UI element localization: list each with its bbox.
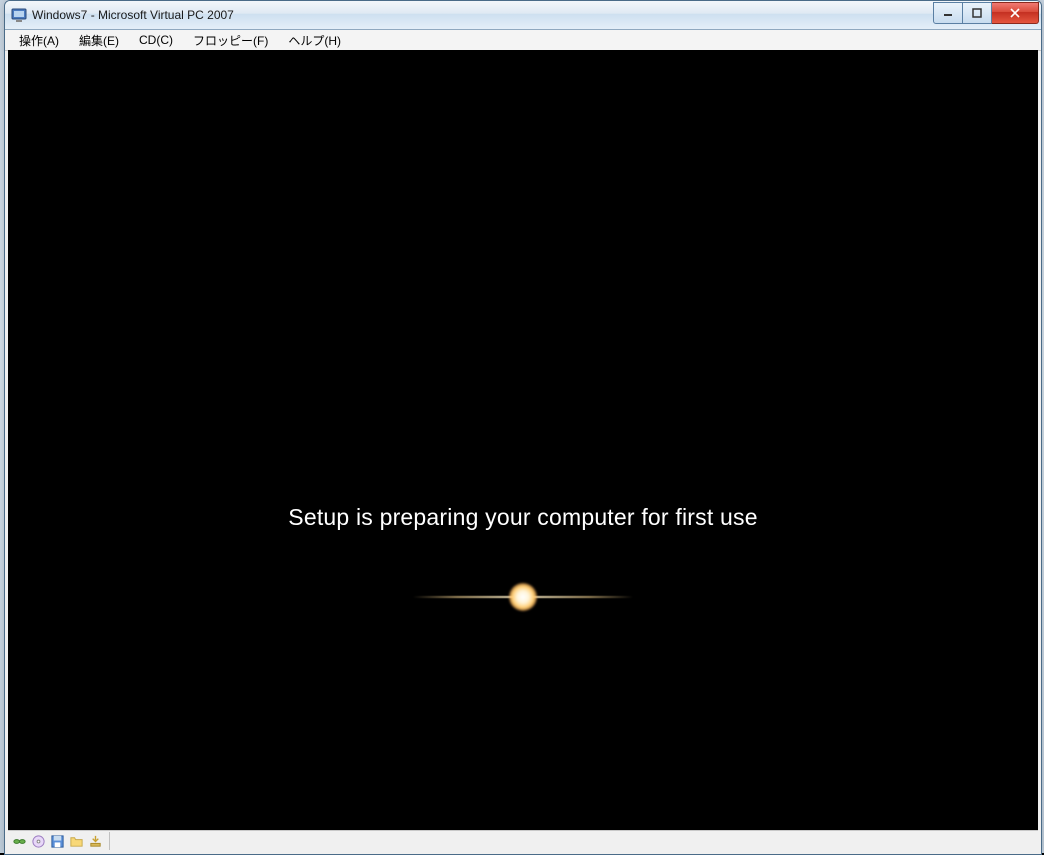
- progress-animation: [413, 577, 633, 617]
- folder-icon[interactable]: [69, 834, 84, 849]
- window-title: Windows7 - Microsoft Virtual PC 2007: [32, 8, 933, 22]
- menu-edit[interactable]: 編集(E): [69, 30, 129, 51]
- maximize-button[interactable]: [963, 2, 992, 24]
- menu-help[interactable]: ヘルプ(H): [278, 30, 351, 51]
- virtual-pc-window: Windows7 - Microsoft Virtual PC 2007 操作(…: [4, 0, 1042, 855]
- window-controls: [933, 2, 1039, 22]
- title-bar[interactable]: Windows7 - Microsoft Virtual PC 2007: [5, 1, 1041, 30]
- setup-message: Setup is preparing your computer for fir…: [288, 504, 757, 531]
- menu-action[interactable]: 操作(A): [9, 30, 69, 51]
- disc-icon[interactable]: [31, 834, 46, 849]
- floppy-save-icon[interactable]: [50, 834, 65, 849]
- minimize-icon: [943, 8, 953, 18]
- app-icon: [11, 7, 27, 23]
- minimize-button[interactable]: [933, 2, 963, 24]
- close-button[interactable]: [992, 2, 1039, 24]
- network-icon[interactable]: [12, 834, 27, 849]
- menu-cd[interactable]: CD(C): [129, 31, 183, 49]
- menu-bar: 操作(A) 編集(E) CD(C) フロッピー(F) ヘルプ(H): [5, 30, 1041, 51]
- menu-floppy[interactable]: フロッピー(F): [183, 30, 278, 51]
- install-icon[interactable]: [88, 834, 103, 849]
- maximize-icon: [972, 8, 982, 18]
- light-orb-icon: [509, 583, 537, 611]
- status-separator: [109, 832, 110, 850]
- virtual-machine-display: Setup is preparing your computer for fir…: [8, 50, 1038, 831]
- close-icon: [1009, 8, 1021, 18]
- status-bar: [8, 830, 1038, 851]
